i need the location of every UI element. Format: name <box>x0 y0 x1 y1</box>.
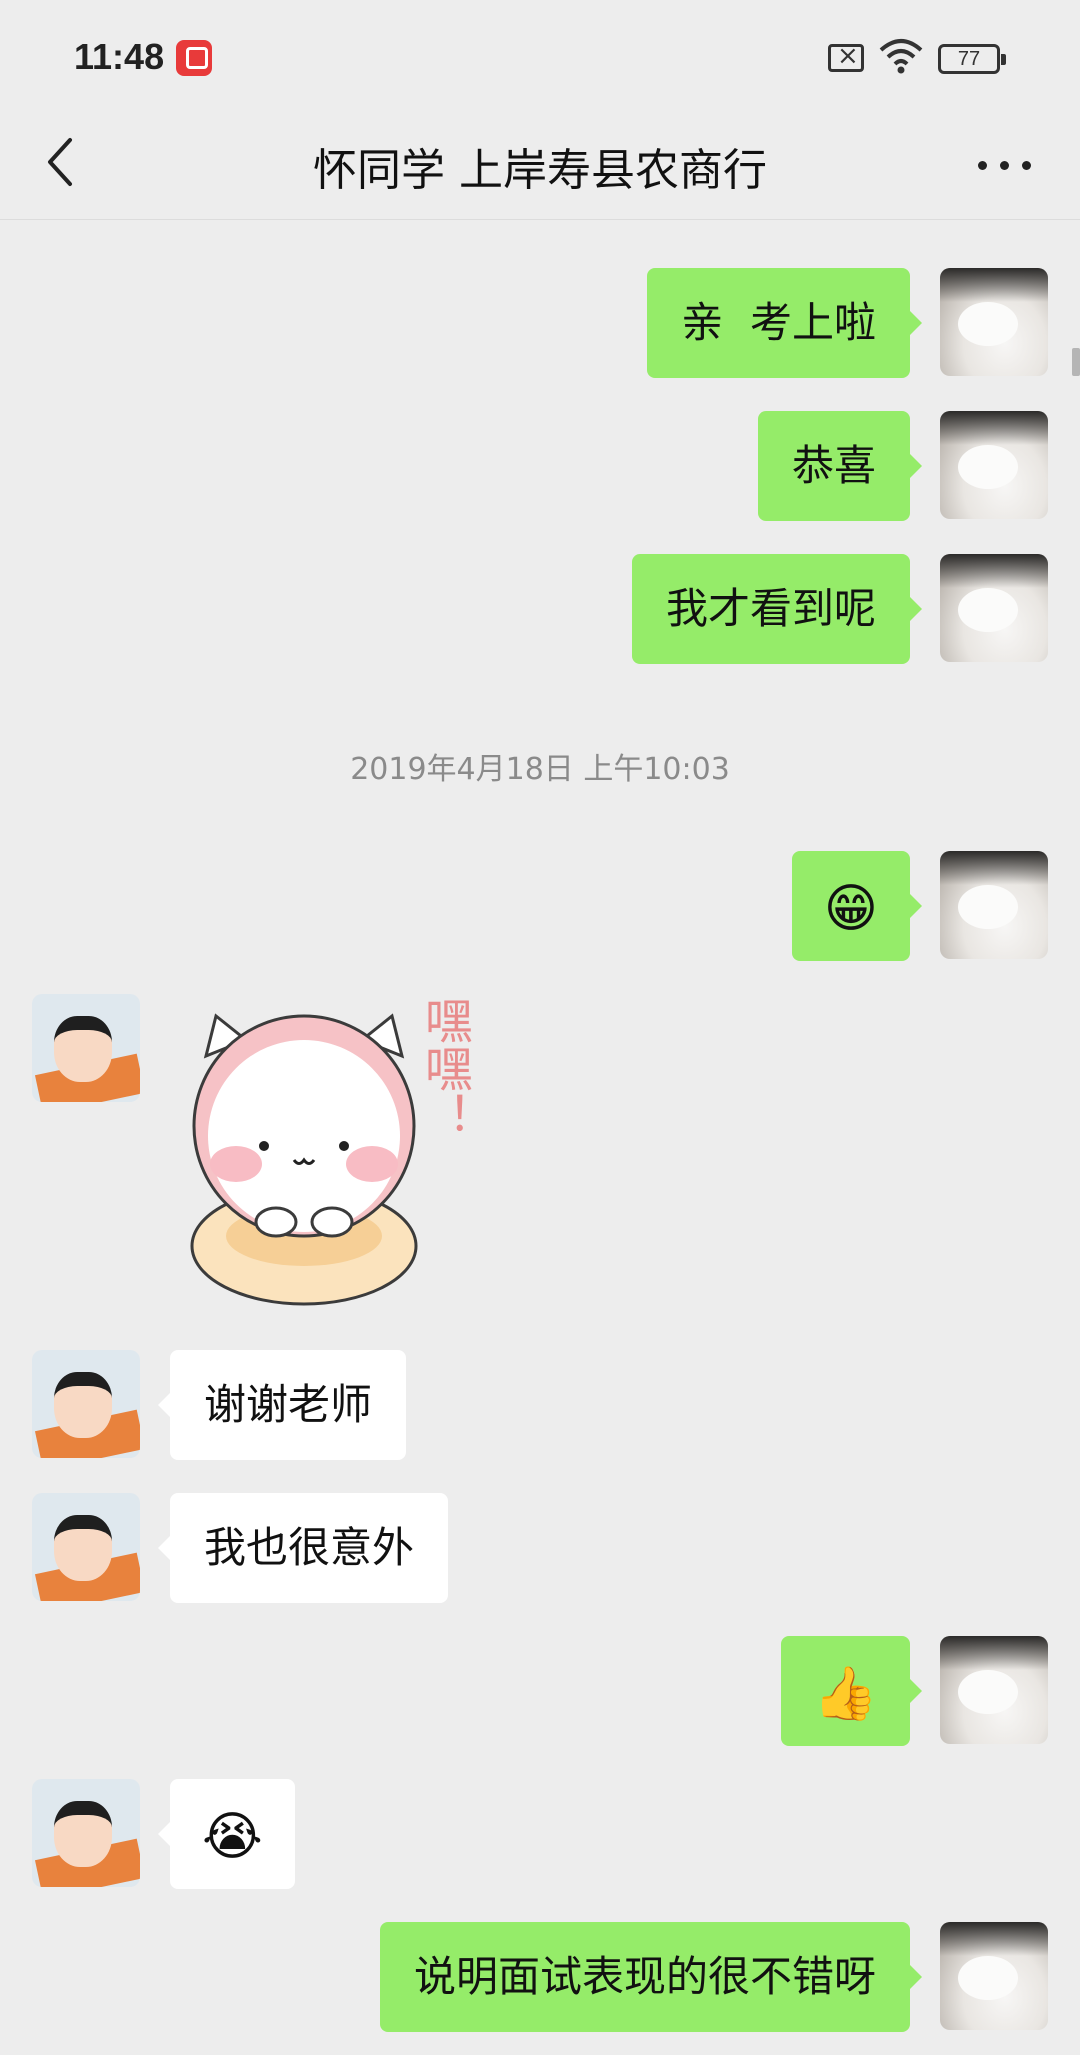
message-bubble-received[interactable]: 我也很意外 <box>157 1493 449 1603</box>
message-text: 谢谢老师 <box>204 1380 373 1429</box>
message-text: 说明面试表现的很不错呀 <box>413 1952 876 2001</box>
message-bubble-received[interactable]: 谢谢老师 <box>157 1350 407 1460</box>
thumbs-up-emoji-icon: 👍 <box>813 1663 878 1724</box>
message-bubble-sent[interactable]: 😁 <box>791 851 923 961</box>
message-bubble-sent[interactable]: 我才看到呢 <box>631 554 923 664</box>
message-bubble-sent[interactable]: 👍 <box>781 1636 922 1746</box>
chat-title: 怀同学 上岸寿县农商行 <box>313 145 767 196</box>
chat-header: 怀同学 上岸寿县农商行 <box>0 110 1080 220</box>
wifi-icon <box>879 39 923 74</box>
grinning-emoji-icon: 😁 <box>823 878 878 939</box>
message-bubble-sent[interactable]: 恭喜 <box>757 411 923 521</box>
status-time: 11:48 <box>74 36 165 77</box>
contact-avatar[interactable] <box>32 994 140 1102</box>
my-avatar[interactable] <box>940 411 1048 519</box>
contact-avatar[interactable] <box>32 1493 140 1601</box>
scrollbar[interactable] <box>1072 348 1080 376</box>
battery-icon: 77 <box>938 44 1006 74</box>
contact-avatar[interactable] <box>32 1350 140 1458</box>
sticker-caption: 嘿嘿！ <box>416 996 472 1140</box>
message-text: 亲 考上啦 <box>681 298 876 347</box>
more-options-icon[interactable] <box>972 144 1036 184</box>
message-timestamp: 2019年4月18日 上午10:03 <box>350 752 730 787</box>
message-bubble-sent[interactable]: 说明面试表现的很不错呀 <box>379 1922 923 2032</box>
my-avatar[interactable] <box>940 268 1048 376</box>
my-avatar[interactable] <box>940 1922 1048 2030</box>
sticker-bear-image[interactable]: 嘿嘿！ <box>176 996 496 1312</box>
my-avatar[interactable] <box>940 1636 1048 1744</box>
message-text: 恭喜 <box>791 441 876 490</box>
crying-emoji-icon: 😭 <box>202 1806 263 1867</box>
message-bubble-sent[interactable]: 亲 考上啦 <box>647 268 922 378</box>
my-avatar[interactable] <box>940 554 1048 662</box>
message-text: 我也很意外 <box>204 1523 415 1572</box>
notification-app-icon <box>176 40 212 76</box>
message-bubble-received[interactable]: 😭 <box>158 1779 295 1889</box>
message-text: 我才看到呢 <box>665 584 876 633</box>
contact-avatar[interactable] <box>32 1779 140 1887</box>
no-sim-icon <box>828 41 864 72</box>
status-bar: 11:48 77 <box>0 0 1080 110</box>
my-avatar[interactable] <box>940 851 1048 959</box>
